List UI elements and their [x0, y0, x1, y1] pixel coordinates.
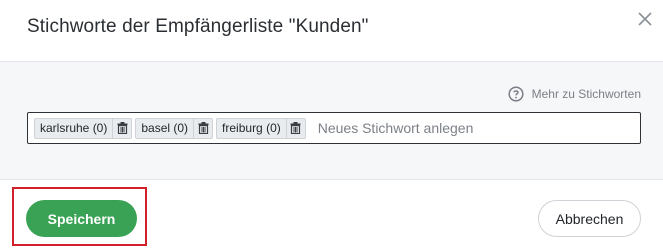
tag-chip: karlsruhe (0)	[34, 117, 133, 139]
save-button[interactable]: Speichern	[26, 200, 137, 237]
dialog-header: Stichworte der Empfängerliste "Kunden"	[0, 0, 663, 62]
tag-dialog: Stichworte der Empfängerliste "Kunden" M…	[0, 0, 663, 250]
dialog-body: Mehr zu Stichworten karlsruhe (0) basel …	[0, 62, 663, 180]
trash-icon[interactable]	[112, 118, 131, 138]
question-circle-icon	[508, 86, 524, 102]
new-tag-input[interactable]	[315, 119, 640, 137]
trash-icon[interactable]	[285, 118, 305, 138]
help-link[interactable]: Mehr zu Stichworten	[508, 86, 641, 102]
help-label: Mehr zu Stichworten	[531, 87, 641, 101]
cancel-button[interactable]: Abbrechen	[538, 200, 641, 237]
tag-input-box[interactable]: karlsruhe (0) basel (0) freiburg (0) Neu…	[27, 112, 641, 144]
dialog-title: Stichworte der Empfängerliste "Kunden"	[27, 16, 369, 37]
dialog-footer: Speichern Abbrechen	[0, 180, 663, 250]
tag-label[interactable]: basel (0)	[136, 121, 193, 135]
tag-chip: freiburg (0)	[216, 117, 306, 139]
tag-label[interactable]: karlsruhe (0)	[35, 121, 112, 135]
trash-icon[interactable]	[193, 118, 212, 138]
close-icon[interactable]	[634, 8, 656, 30]
tag-label[interactable]: freiburg (0)	[217, 121, 286, 135]
tag-chip: basel (0)	[135, 117, 214, 139]
